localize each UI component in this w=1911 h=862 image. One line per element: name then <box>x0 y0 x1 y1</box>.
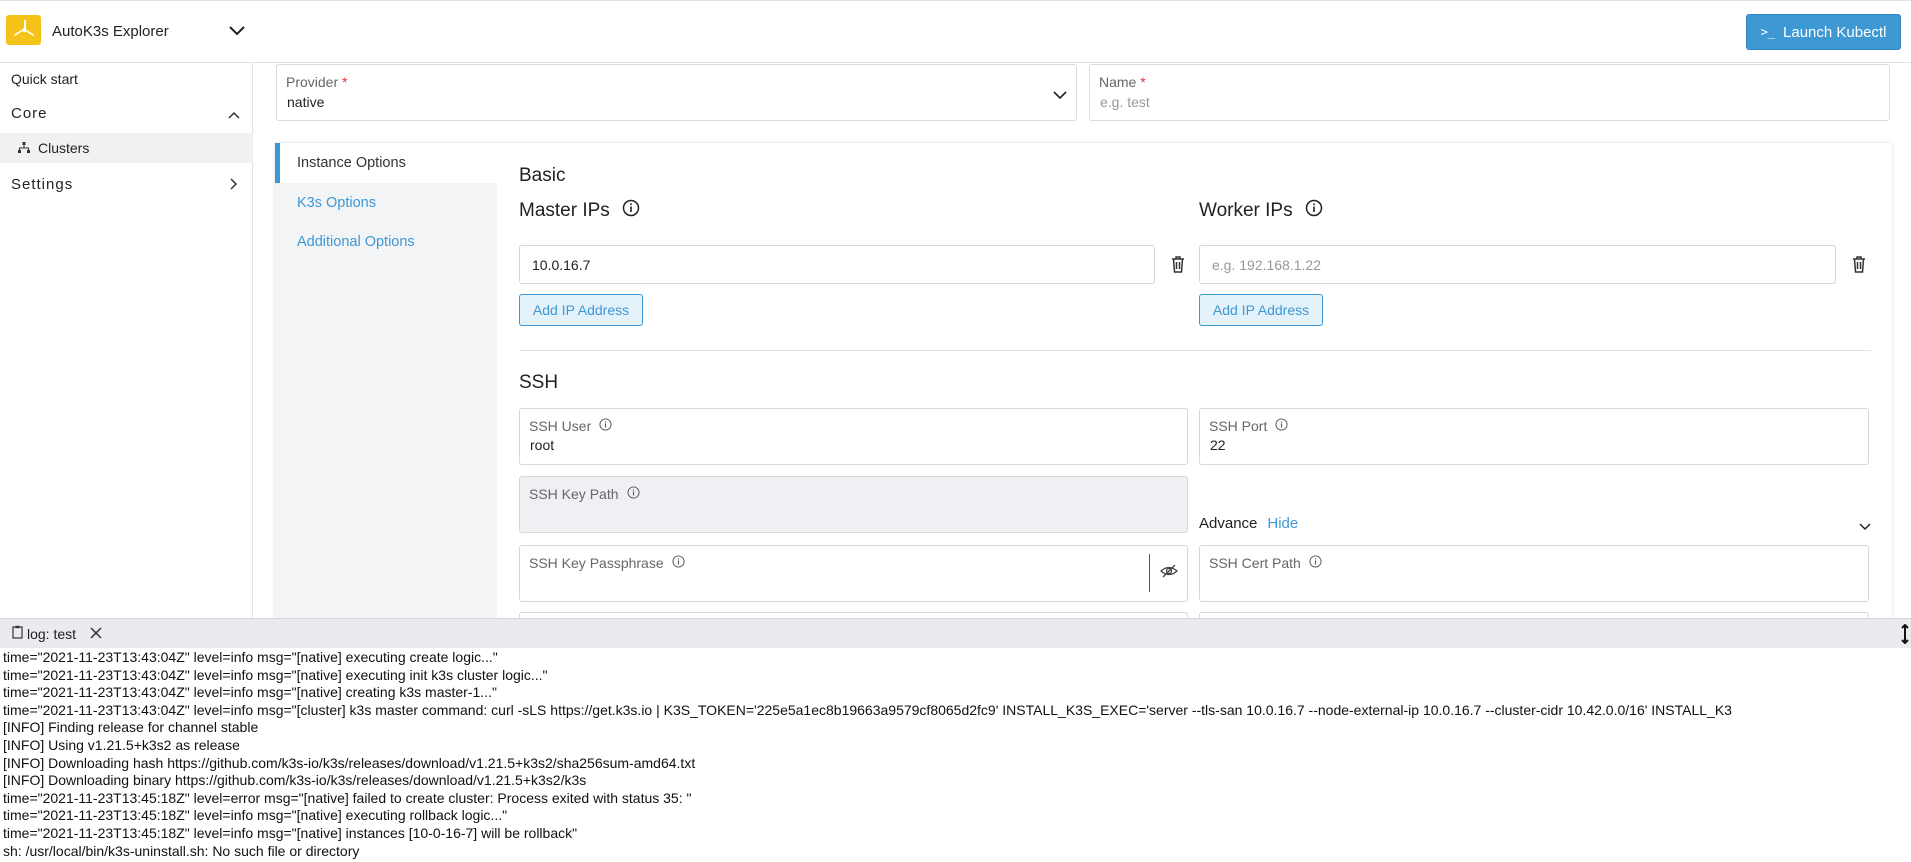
eye-separator <box>1149 554 1150 592</box>
ssh-key-passphrase-label: SSH Key Passphrase <box>529 555 664 571</box>
master-ip-input[interactable]: 10.0.16.7 <box>519 245 1155 284</box>
delete-master-ip-icon[interactable] <box>1169 254 1187 274</box>
app-header: AutoK3s Explorer >_ Launch Kubectl <box>0 0 1911 63</box>
info-icon[interactable] <box>599 418 612 434</box>
sidebar-item-quick-start[interactable]: Quick start <box>11 71 78 87</box>
log-line: time="2021-11-23T13:45:18Z" level=info m… <box>3 824 578 841</box>
log-line: time="2021-11-23T13:43:04Z" level=info m… <box>3 684 497 701</box>
chevron-down-icon[interactable] <box>1859 518 1871 536</box>
app-title: AutoK3s Explorer <box>52 23 169 40</box>
log-tabbar: log: test <box>0 618 1911 648</box>
ssh-cert-path-field[interactable]: SSH Cert Path <box>1199 545 1869 602</box>
sidebar-group-core[interactable]: Core <box>11 105 48 122</box>
log-tab[interactable]: log: test <box>12 625 76 642</box>
eye-off-icon[interactable] <box>1160 563 1178 584</box>
worker-ip-input[interactable]: e.g. 192.168.1.22 <box>1199 245 1836 284</box>
section-divider <box>519 350 1871 351</box>
name-placeholder: e.g. test <box>1100 94 1150 110</box>
ssh-port-value: 22 <box>1210 437 1226 453</box>
log-output: time="2021-11-23T13:43:04Z" level=info m… <box>0 648 1911 862</box>
tab-k3s-options[interactable]: K3s Options <box>275 183 497 223</box>
log-line: [INFO] Downloading binary https://github… <box>3 772 587 789</box>
ssh-user-field[interactable]: SSH User root <box>519 408 1188 465</box>
info-icon[interactable] <box>1305 199 1323 223</box>
ssh-port-field[interactable]: SSH Port 22 <box>1199 408 1869 465</box>
sidebar-group-settings[interactable]: Settings <box>11 176 73 193</box>
log-line: time="2021-11-23T13:45:18Z" level=error … <box>3 789 692 806</box>
launch-kubectl-label: Launch Kubectl <box>1783 23 1887 41</box>
tab-instance-options[interactable]: Instance Options <box>275 143 497 183</box>
chevron-down-icon[interactable] <box>1053 87 1067 105</box>
info-icon[interactable] <box>672 555 685 571</box>
autok3s-logo-icon <box>6 15 41 45</box>
ssh-cert-path-label: SSH Cert Path <box>1209 555 1301 571</box>
terminal-icon: >_ <box>1760 25 1776 39</box>
launch-kubectl-button[interactable]: >_ Launch Kubectl <box>1746 14 1901 50</box>
log-line: time="2021-11-23T13:43:04Z" level=info m… <box>3 649 498 665</box>
sidebar-item-clusters-label: Clusters <box>38 140 90 156</box>
ssh-section-title: SSH <box>519 372 559 393</box>
name-field[interactable]: Name * e.g. test <box>1089 64 1890 121</box>
master-ips-title: Master IPs <box>519 199 640 223</box>
add-master-ip-button[interactable]: Add IP Address <box>519 294 643 326</box>
log-line: [INFO] Downloading hash https://github.c… <box>3 754 696 771</box>
ssh-user-label: SSH User <box>529 418 592 434</box>
ssh-user-value: root <box>530 437 555 453</box>
resize-handle-icon[interactable] <box>1900 623 1910 649</box>
clipboard-icon <box>12 625 23 642</box>
provider-label: Provider * <box>286 74 348 90</box>
info-icon[interactable] <box>622 199 640 223</box>
advance-toggle: Advance Hide <box>1199 515 1299 532</box>
name-label: Name * <box>1099 74 1146 90</box>
ssh-key-path-label: SSH Key Path <box>529 486 619 502</box>
sidebar-item-clusters[interactable]: Clusters <box>0 133 253 163</box>
provider-select[interactable]: Provider * native <box>276 64 1077 121</box>
log-line: time="2021-11-23T13:43:04Z" level=info m… <box>3 666 548 683</box>
log-line: time="2021-11-23T13:45:18Z" level=info m… <box>3 807 508 824</box>
clusters-icon <box>18 141 30 159</box>
chevron-down-icon[interactable] <box>226 21 248 41</box>
log-line: [INFO] Finding release for channel stabl… <box>3 719 259 736</box>
info-icon[interactable] <box>1309 555 1322 571</box>
options-tabs: Instance Options K3s Options Additional … <box>275 143 497 618</box>
add-worker-ip-button[interactable]: Add IP Address <box>1199 294 1323 326</box>
worker-ips-title: Worker IPs <box>1199 199 1323 223</box>
provider-value: native <box>287 94 325 110</box>
hide-advance-link[interactable]: Hide <box>1267 515 1298 532</box>
tab-additional-options[interactable]: Additional Options <box>275 222 497 262</box>
info-icon[interactable] <box>1275 418 1288 434</box>
options-panel: Instance Options K3s Options Additional … <box>275 143 1892 632</box>
chevron-up-icon[interactable] <box>228 106 240 124</box>
log-line: sh: /usr/local/bin/k3s-uninstall.sh: No … <box>3 842 360 859</box>
info-icon[interactable] <box>626 486 640 502</box>
log-line: time="2021-11-23T13:43:04Z" level=info m… <box>3 701 1732 718</box>
log-line: [INFO] Using v1.21.5+k3s2 as release <box>3 736 240 753</box>
basic-section-title: Basic <box>519 165 566 186</box>
delete-worker-ip-icon[interactable] <box>1850 254 1868 274</box>
chevron-right-icon[interactable] <box>230 177 238 195</box>
ssh-port-label: SSH Port <box>1209 418 1268 434</box>
close-icon[interactable] <box>90 626 102 644</box>
ssh-key-path-field[interactable]: SSH Key Path <box>519 476 1188 533</box>
ssh-key-passphrase-field[interactable]: SSH Key Passphrase <box>519 545 1188 602</box>
sidebar: Quick start Core Clusters Settings <box>0 63 253 618</box>
log-tab-label: log: test <box>27 625 77 642</box>
